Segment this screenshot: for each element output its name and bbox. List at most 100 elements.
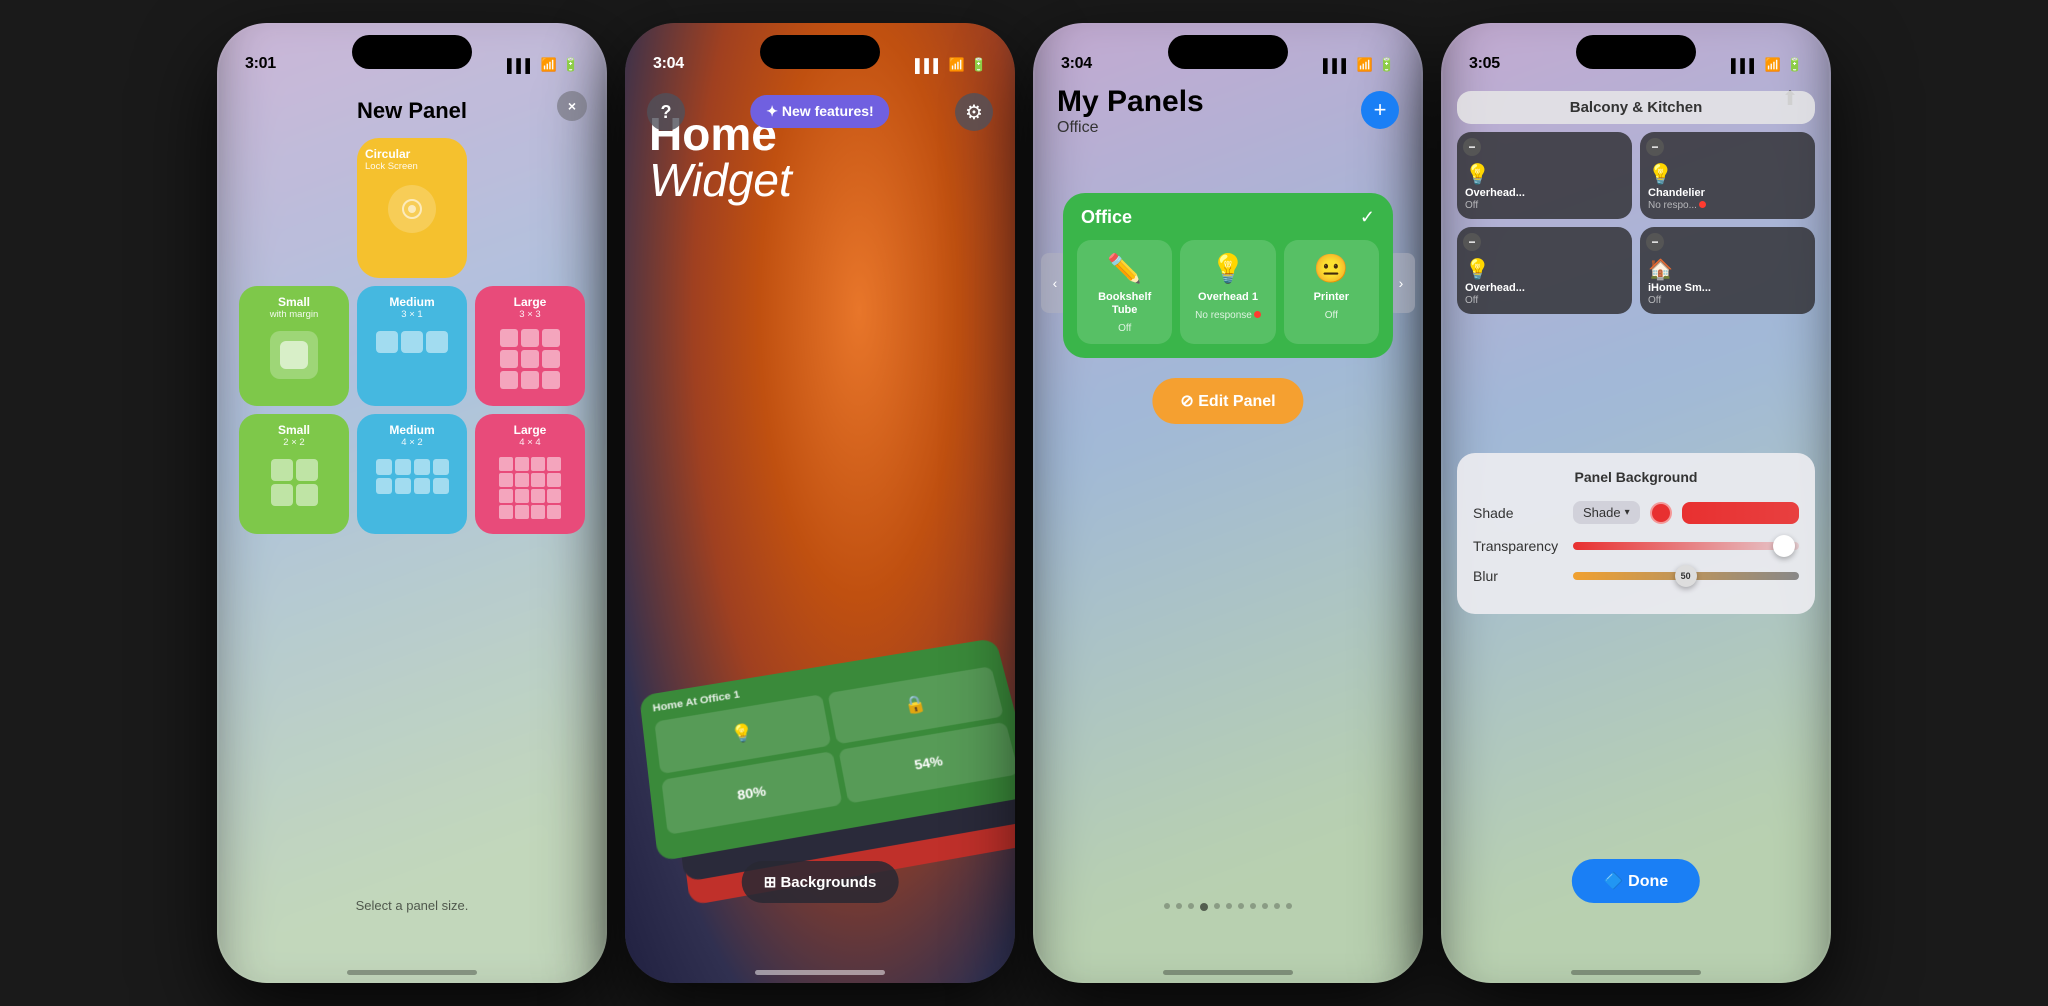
small-2x2-sublabel: 2 × 2 — [283, 437, 304, 448]
medium-4x2-grid — [376, 459, 449, 494]
phones-container: 3:01 ▌▌▌ 📶 🔋 × New Panel Circular Lock S… — [0, 0, 2048, 1006]
phone-1: 3:01 ▌▌▌ 📶 🔋 × New Panel Circular Lock S… — [217, 23, 607, 983]
panel-item-large-3x3[interactable]: Large 3 × 3 — [475, 286, 585, 406]
bookshelf-name: Bookshelf Tube — [1085, 291, 1164, 317]
transparency-row: Transparency — [1473, 538, 1799, 554]
done-button[interactable]: 🔷 Done — [1572, 859, 1700, 903]
edit-panel-button[interactable]: ⊘ Edit Panel — [1152, 378, 1303, 424]
device-tile-overhead[interactable]: 💡 Overhead 1 No response — [1180, 240, 1275, 344]
circular-sublabel: Lock Screen — [365, 161, 418, 172]
small-2x2-grid — [271, 459, 318, 506]
bk-tile-chandelier[interactable]: − 💡 Chandelier No respo... — [1640, 132, 1815, 219]
minus-btn-2[interactable]: − — [1646, 138, 1664, 156]
office-devices: ✏️ Bookshelf Tube Off 💡 Overhead 1 No re… — [1077, 240, 1379, 344]
printer-icon: 😐 — [1314, 252, 1349, 285]
transparency-slider-thumb[interactable] — [1773, 535, 1795, 557]
tile1-status: Off — [1465, 200, 1624, 211]
select-label: Select a panel size. — [217, 898, 607, 913]
small-2x2-label: Small — [278, 424, 310, 437]
tile3-icon: 💡 — [1465, 257, 1624, 282]
wifi-icon: 📶 — [1357, 57, 1373, 73]
phone3-dynamic-island — [1168, 35, 1288, 69]
my-panels-title: My Panels — [1057, 87, 1204, 117]
bk-tile-ihome[interactable]: − 🏠 iHome Sm... Off — [1640, 227, 1815, 314]
phone4-home-indicator — [1571, 970, 1701, 975]
large-4x4-sublabel: 4 × 4 — [519, 437, 540, 448]
panel-item-circular[interactable]: Circular Lock Screen — [357, 138, 467, 278]
my-panels-header: My Panels Office + — [1057, 87, 1399, 137]
blur-slider-track[interactable]: 50 — [1573, 572, 1799, 580]
battery-icon: 🔋 — [563, 57, 579, 73]
add-panel-button[interactable]: + — [1361, 91, 1399, 129]
minus-btn-4[interactable]: − — [1646, 233, 1664, 251]
medium-3x1-label: Medium — [389, 296, 434, 309]
bk-tile-overhead1[interactable]: − 💡 Overhead... Off — [1457, 132, 1632, 219]
device-tile-printer[interactable]: 😐 Printer Off — [1284, 240, 1379, 344]
medium-4x2-sublabel: 4 × 2 — [401, 437, 422, 448]
medium-3x1-grid — [376, 331, 448, 353]
panel-item-medium-3x1[interactable]: Medium 3 × 1 — [357, 286, 467, 406]
battery-icon: 🔋 — [1787, 57, 1803, 73]
overhead-error-dot — [1254, 311, 1261, 318]
page-dot-7 — [1238, 903, 1244, 909]
blur-slider-thumb[interactable]: 50 — [1675, 565, 1697, 587]
large-3x3-grid — [500, 329, 560, 389]
phone-3: 3:04 ▌▌▌ 📶 🔋 My Panels Office + ‹ › — [1033, 23, 1423, 983]
device-tile-bookshelf[interactable]: ✏️ Bookshelf Tube Off — [1077, 240, 1172, 344]
balcony-kitchen-label: Balcony & Kitchen — [1457, 91, 1815, 124]
phone2-time: 3:04 — [653, 55, 684, 73]
phone2-home-indicator — [755, 970, 885, 975]
help-button[interactable]: ? — [647, 93, 685, 131]
phone3-background — [1033, 23, 1423, 983]
phone4-time: 3:05 — [1469, 55, 1500, 73]
widget-card-green: Home At Office 1 💡 🔒 80% 54% — [639, 638, 1015, 862]
panel-row-sml2: Small 2 × 2 Medium 4 × 2 — [237, 414, 587, 534]
signal-icon: ▌▌▌ — [915, 58, 943, 73]
new-panel-title: New Panel — [217, 98, 607, 124]
circle-widget-icon — [401, 198, 423, 220]
panel-item-medium-4x2[interactable]: Medium 4 × 2 — [357, 414, 467, 534]
my-panels-titles: My Panels Office — [1057, 87, 1204, 137]
circular-label: Circular — [365, 148, 410, 161]
overhead-status: No response — [1195, 310, 1261, 321]
tile2-error-dot — [1699, 201, 1706, 208]
phone1-dynamic-island — [352, 35, 472, 69]
phone1-screen: 3:01 ▌▌▌ 📶 🔋 × New Panel Circular Lock S… — [217, 23, 607, 983]
new-features-button[interactable]: ✦ New features! — [750, 95, 889, 128]
shade-text: Shade — [1583, 505, 1621, 520]
phone4-status-icons: ▌▌▌ 📶 🔋 — [1731, 57, 1803, 73]
office-card-title: Office — [1081, 207, 1132, 228]
widget-cards: WorkDay Home At Office 1 💡 🔒 80% 54% — [632, 581, 1015, 882]
panel-item-small-2x2[interactable]: Small 2 × 2 — [239, 414, 349, 534]
page-dot-4-active — [1200, 903, 1208, 911]
phone1-home-indicator — [347, 970, 477, 975]
shade-button[interactable]: Shade ▾ — [1573, 501, 1640, 524]
tile4-status: Off — [1648, 295, 1807, 306]
minus-btn-3[interactable]: − — [1463, 233, 1481, 251]
panel-item-large-4x4[interactable]: Large 4 × 4 — [475, 414, 585, 534]
phone1-status-icons: ▌▌▌ 📶 🔋 — [507, 57, 579, 73]
large-3x3-sublabel: 3 × 3 — [519, 309, 540, 320]
minus-btn-1[interactable]: − — [1463, 138, 1481, 156]
backgrounds-button[interactable]: ⊞ Backgrounds — [742, 861, 899, 903]
phone4-dynamic-island — [1576, 35, 1696, 69]
bk-tile-overhead2[interactable]: − 💡 Overhead... Off — [1457, 227, 1632, 314]
overhead-icon: 💡 — [1211, 252, 1246, 285]
page-dot-5 — [1214, 903, 1220, 909]
tile2-status: No respo... — [1648, 200, 1807, 211]
small-margin-label: Small — [278, 296, 310, 309]
transparency-slider-track[interactable] — [1573, 542, 1799, 550]
balcony-kitchen-section: Balcony & Kitchen − 💡 Overhead... Off − — [1457, 91, 1815, 314]
signal-icon: ▌▌▌ — [1731, 58, 1759, 73]
large-3x3-label: Large — [514, 296, 547, 309]
wifi-icon: 📶 — [949, 57, 965, 73]
wifi-icon: 📶 — [541, 57, 557, 73]
phone2-screen: 3:04 ▌▌▌ 📶 🔋 ? ✦ New features! ⚙ Home Wi… — [625, 23, 1015, 983]
gear-button[interactable]: ⚙ — [955, 93, 993, 131]
widget-title: Widget — [649, 157, 792, 203]
battery-icon: 🔋 — [971, 57, 987, 73]
panel-row-circular: Circular Lock Screen — [237, 138, 587, 278]
panel-item-small-margin[interactable]: Small with margin — [239, 286, 349, 406]
page-dot-10 — [1274, 903, 1280, 909]
page-dot-2 — [1176, 903, 1182, 909]
